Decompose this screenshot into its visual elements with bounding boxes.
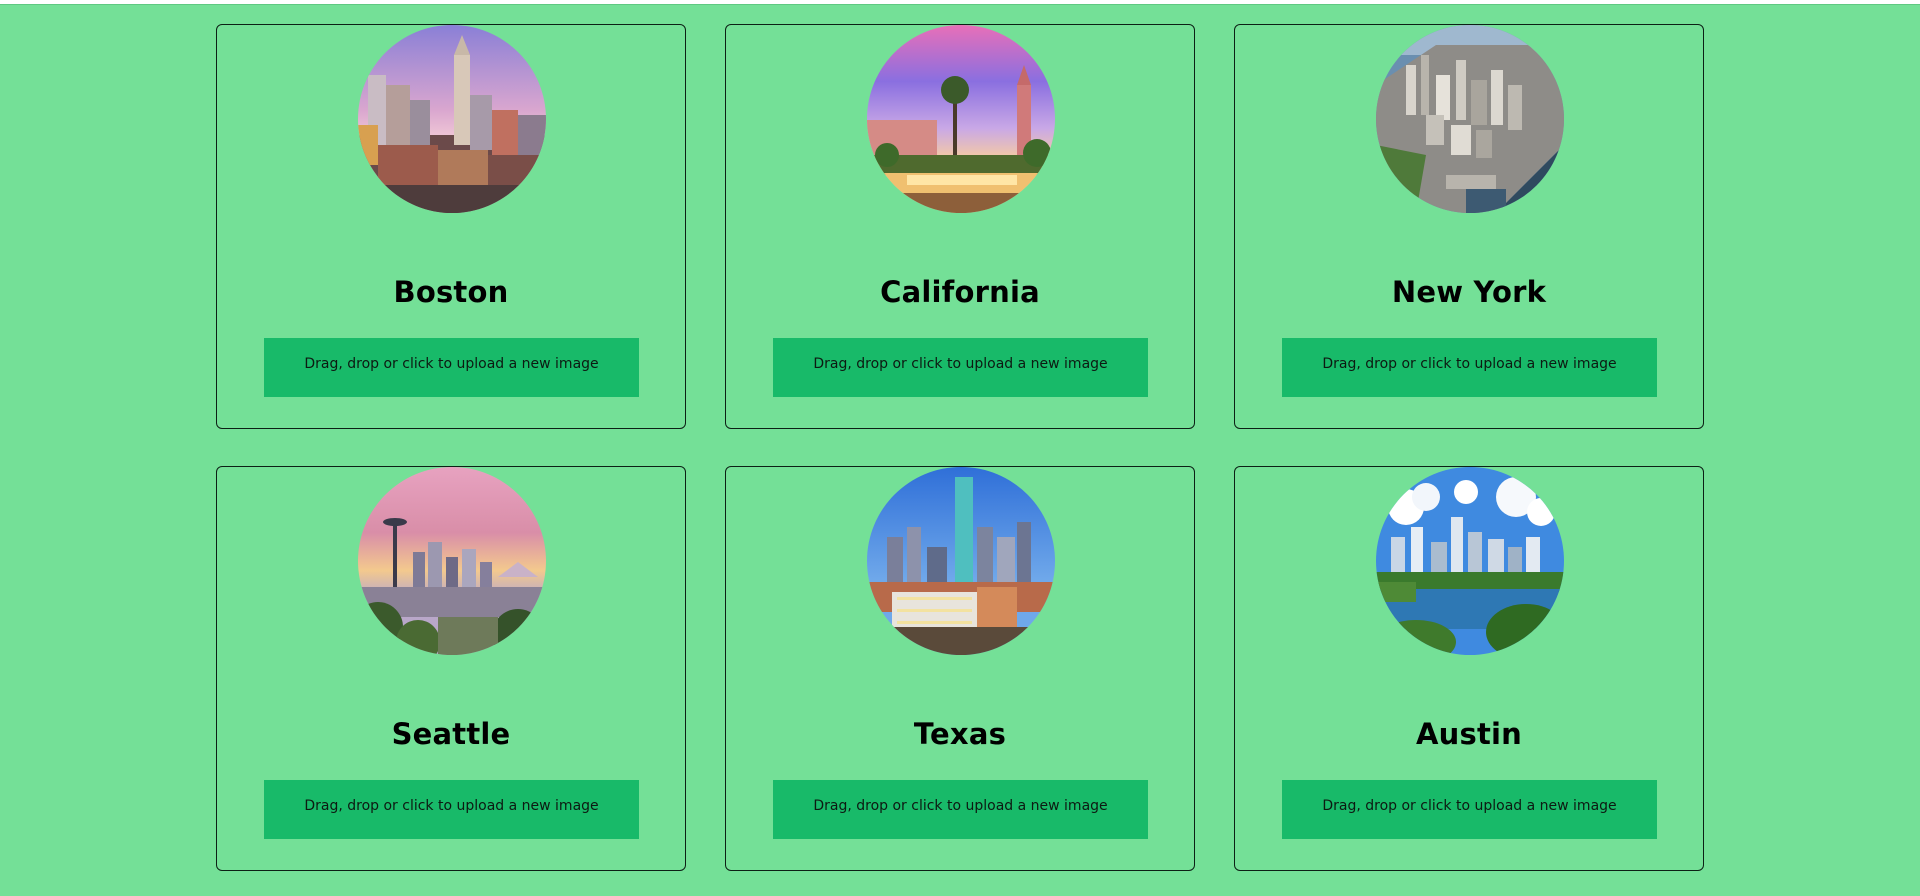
- city-card-seattle: Seattle Drag, drop or click to upload a …: [216, 466, 686, 871]
- city-name: Texas: [913, 717, 1007, 751]
- page-background: Boston Drag, drop or click to upload a n…: [0, 4, 1920, 896]
- upload-image-dropzone[interactable]: Drag, drop or click to upload a new imag…: [773, 780, 1148, 839]
- city-photo-new-york: [1376, 25, 1564, 213]
- city-card-texas: Texas Drag, drop or click to upload a ne…: [725, 466, 1195, 871]
- city-card-grid: Boston Drag, drop or click to upload a n…: [216, 24, 1704, 871]
- city-card-california: California Drag, drop or click to upload…: [725, 24, 1195, 429]
- city-name: Boston: [393, 275, 509, 309]
- city-name: California: [880, 275, 1040, 309]
- city-photo-california: [867, 25, 1055, 213]
- city-name: Austin: [1416, 717, 1522, 751]
- city-card-new-york: New York Drag, drop or click to upload a…: [1234, 24, 1704, 429]
- upload-image-dropzone[interactable]: Drag, drop or click to upload a new imag…: [773, 338, 1148, 397]
- upload-image-dropzone[interactable]: Drag, drop or click to upload a new imag…: [264, 780, 639, 839]
- upload-image-dropzone[interactable]: Drag, drop or click to upload a new imag…: [1282, 780, 1657, 839]
- upload-image-dropzone[interactable]: Drag, drop or click to upload a new imag…: [1282, 338, 1657, 397]
- upload-image-dropzone[interactable]: Drag, drop or click to upload a new imag…: [264, 338, 639, 397]
- city-name: New York: [1391, 275, 1547, 309]
- city-card-boston: Boston Drag, drop or click to upload a n…: [216, 24, 686, 429]
- city-photo-boston: [358, 25, 546, 213]
- city-card-austin: Austin Drag, drop or click to upload a n…: [1234, 466, 1704, 871]
- city-photo-austin: [1376, 467, 1564, 655]
- city-name: Seattle: [391, 717, 511, 751]
- city-photo-texas: [867, 467, 1055, 655]
- city-photo-seattle: [358, 467, 546, 655]
